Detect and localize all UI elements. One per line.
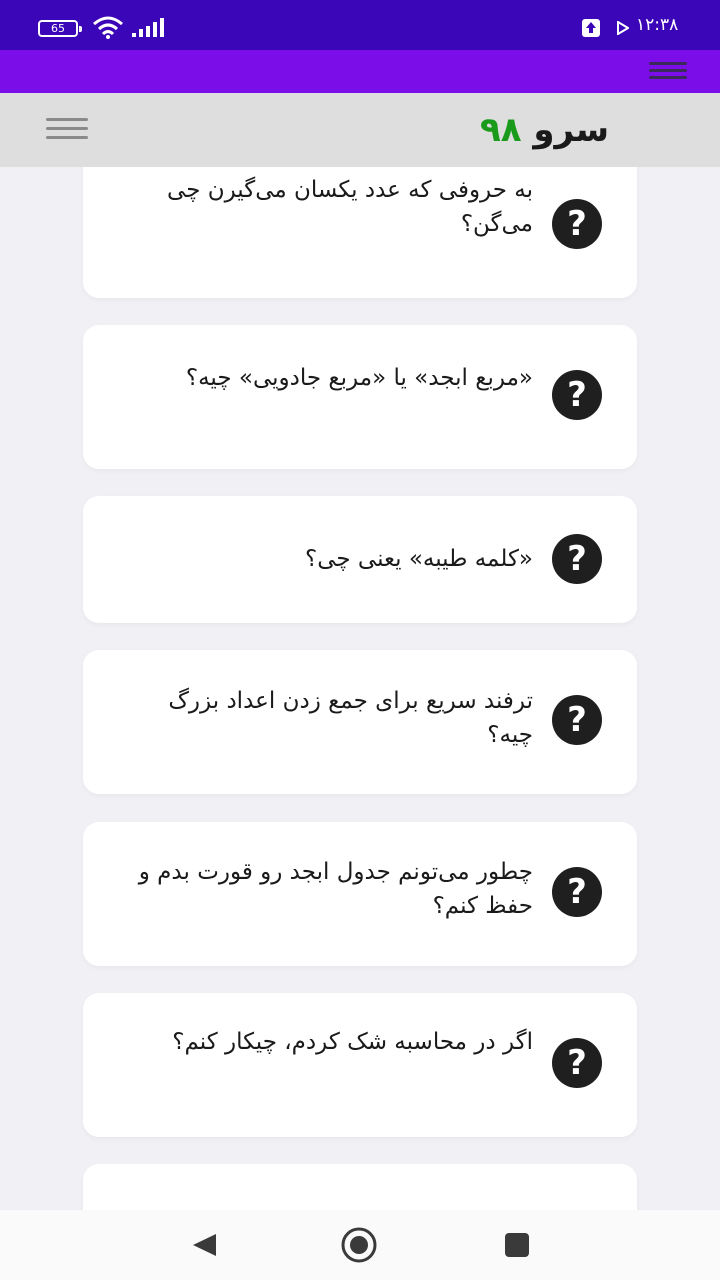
home-icon[interactable] [340, 1226, 378, 1264]
question-mark-icon: ? [552, 1038, 602, 1088]
hamburger-line [649, 76, 687, 79]
faq-card-partial[interactable] [83, 1164, 637, 1210]
faq-card[interactable]: ? چطور می‌تونم جدول ابجد رو قورت بدم و ح… [83, 822, 637, 966]
status-time: ۱۲:۳۸ [636, 15, 679, 35]
menu-icon[interactable] [46, 118, 88, 140]
faq-question: به حروفی که عدد یکسان می‌گیرن چی می‌گن؟ [167, 177, 533, 237]
hamburger-line [649, 62, 687, 65]
question-mark-icon: ? [552, 370, 602, 420]
faq-list: ? به حروفی که عدد یکسان می‌گیرن چی می‌گن… [0, 167, 720, 1210]
faq-question: «مربع ابجد» یا «مربع جادویی» چیه؟ [185, 365, 533, 391]
faq-question: «کلمه طیبه» یعنی چی؟ [305, 546, 533, 572]
logo-number: ۹۸ [480, 110, 522, 150]
signal-icon [132, 18, 164, 37]
hamburger-line [649, 69, 687, 72]
faq-card[interactable]: ? «کلمه طیبه» یعنی چی؟ [83, 496, 637, 623]
menu-line [46, 136, 88, 139]
app-logo: سرو ۹۸ [480, 104, 620, 156]
faq-question: اگر در محاسبه شک کردم، چیکار کنم؟ [172, 1029, 533, 1055]
question-mark-icon: ? [552, 695, 602, 745]
media-playing-icon [617, 21, 629, 35]
faq-card[interactable]: ? «مربع ابجد» یا «مربع جادویی» چیه؟ [83, 325, 637, 469]
question-mark-icon: ? [552, 534, 602, 584]
recent-apps-icon[interactable] [505, 1233, 529, 1257]
upload-notification-icon [582, 19, 600, 37]
hamburger-icon[interactable] [649, 58, 687, 84]
wifi-icon [93, 16, 123, 39]
faq-card[interactable]: ? اگر در محاسبه شک کردم، چیکار کنم؟ [83, 993, 637, 1137]
logo-word: سرو [533, 110, 610, 150]
faq-card[interactable]: ? به حروفی که عدد یکسان می‌گیرن چی می‌گن… [83, 167, 637, 298]
top-toolbar [0, 50, 720, 93]
menu-line [46, 118, 88, 121]
question-mark-icon: ? [552, 199, 602, 249]
back-icon[interactable] [190, 1232, 218, 1258]
faq-card[interactable]: ? ترفند سریع برای جمع زدن اعداد بزرگ چیه… [83, 650, 637, 794]
battery-icon: 65 [38, 20, 82, 37]
question-mark-icon: ? [552, 867, 602, 917]
faq-question: چطور می‌تونم جدول ابجد رو قورت بدم و حفظ… [138, 859, 533, 919]
menu-line [46, 127, 88, 130]
battery-level: 65 [51, 22, 65, 35]
faq-question: ترفند سریع برای جمع زدن اعداد بزرگ چیه؟ [168, 688, 533, 748]
